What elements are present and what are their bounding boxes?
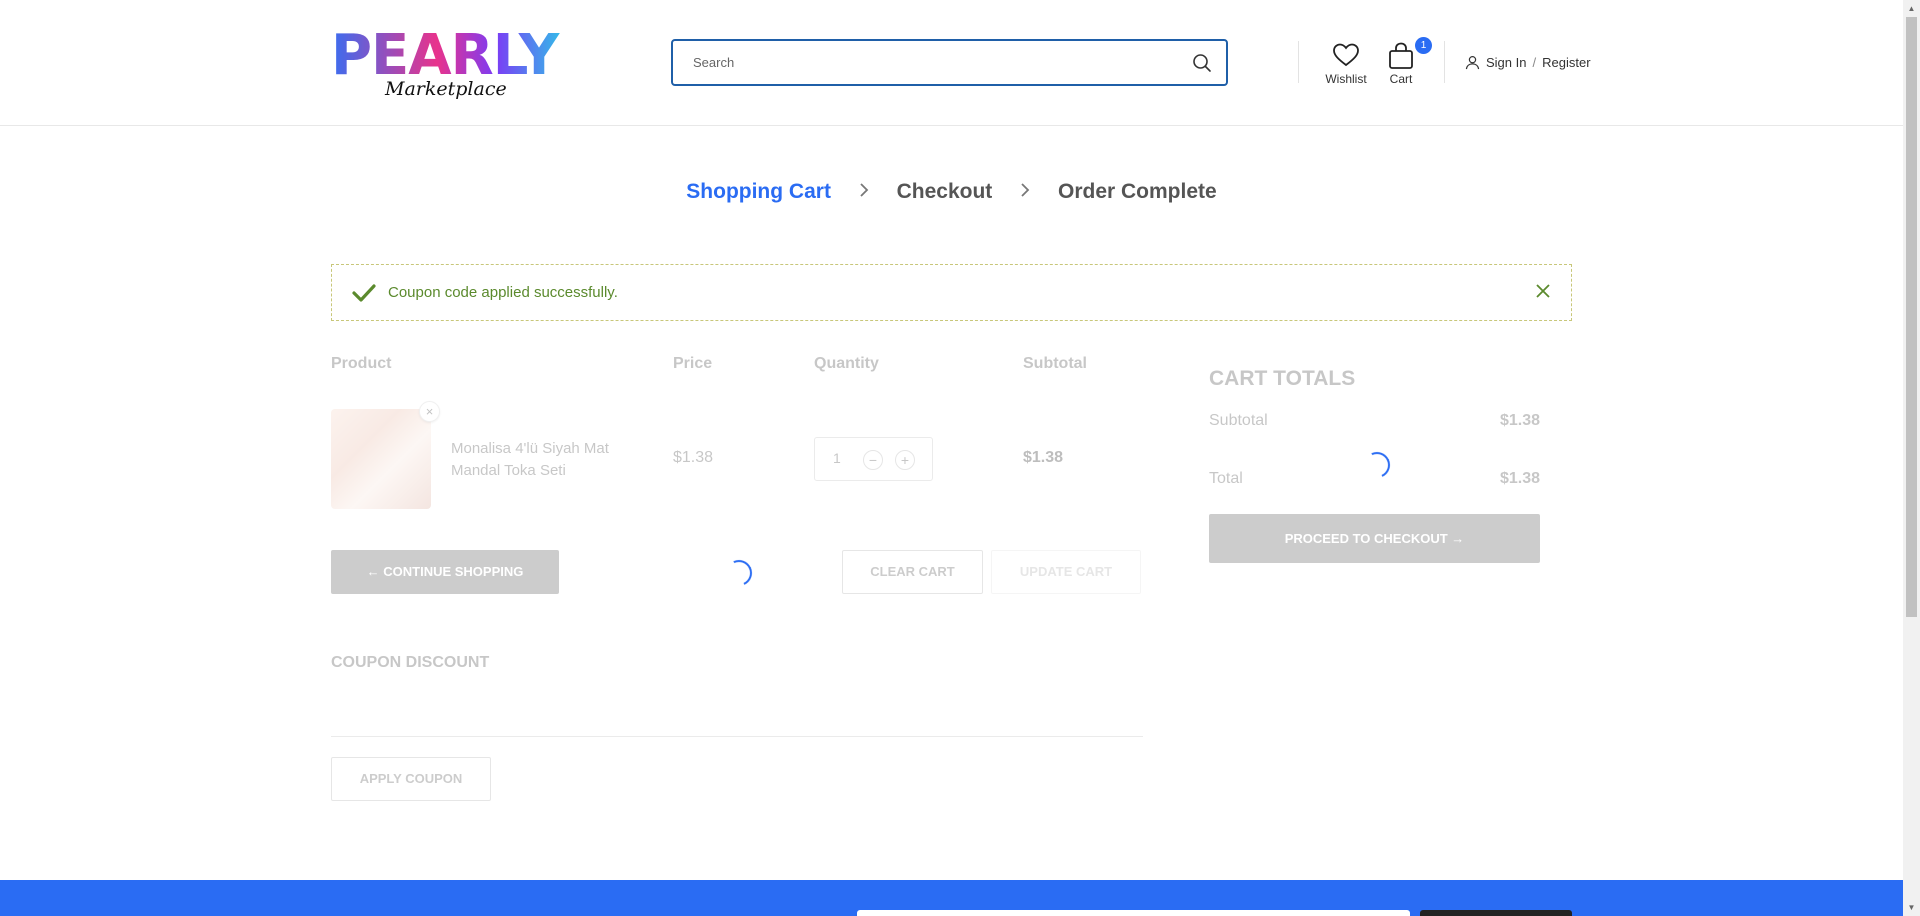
coupon-input[interactable]	[331, 736, 1143, 737]
cart-totals-title: CART TOTALS	[1209, 367, 1356, 390]
remove-item-button[interactable]: ×	[419, 401, 440, 422]
col-header-quantity: Quantity	[814, 355, 879, 372]
account-separator: /	[1532, 55, 1537, 70]
arrow-right-icon: →	[1447, 531, 1465, 546]
footer-newsletter	[0, 880, 1903, 916]
site-logo[interactable]: PEARLY Marketplace	[331, 28, 566, 106]
wishlist-button[interactable]: Wishlist	[1322, 42, 1370, 86]
quantity-stepper: 1 − +	[814, 437, 933, 481]
loading-spinner	[722, 556, 756, 590]
checkmark-icon	[352, 283, 376, 302]
close-icon[interactable]	[1535, 283, 1551, 299]
scroll-up-arrow-icon[interactable]: ▲	[1903, 0, 1920, 17]
totals-subtotal-value: $1.38	[1499, 412, 1540, 429]
scroll-down-arrow-icon[interactable]: ▼	[1903, 899, 1920, 916]
step-order-complete[interactable]: Order Complete	[1058, 180, 1217, 204]
product-thumbnail[interactable]	[331, 409, 431, 509]
product-subtotal: $1.38	[1023, 449, 1064, 466]
quantity-decrease-button[interactable]: −	[863, 450, 883, 470]
page-scrollbar[interactable]: ▲ ▼	[1903, 0, 1920, 916]
quantity-input[interactable]: 1	[833, 450, 841, 466]
cart-button[interactable]: 1 Cart	[1385, 37, 1432, 86]
logo-brand-text: PEARLY	[331, 28, 566, 84]
sign-in-link[interactable]: Sign In	[1486, 55, 1526, 70]
header-divider	[1444, 41, 1445, 83]
search-icon[interactable]	[1192, 53, 1212, 73]
heart-icon	[1333, 43, 1359, 67]
newsletter-subscribe-button[interactable]	[1420, 910, 1572, 916]
arrow-left-icon: ←	[366, 564, 384, 579]
page: PEARLY Marketplace Wishlist 1	[0, 0, 1920, 916]
chevron-right-icon	[859, 180, 869, 204]
clear-cart-button[interactable]: CLEAR CART	[842, 550, 983, 594]
col-header-subtotal: Subtotal	[1023, 355, 1087, 372]
wishlist-label: Wishlist	[1325, 72, 1367, 86]
step-checkout[interactable]: Checkout	[897, 180, 993, 204]
totals-total-value: $1.38	[1499, 470, 1540, 487]
totals-subtotal-label: Subtotal	[1209, 412, 1268, 429]
account-links: Sign In / Register	[1465, 55, 1591, 70]
shopping-bag-icon	[1389, 42, 1413, 69]
continue-shopping-button[interactable]: ← CONTINUE SHOPPING	[331, 550, 559, 594]
cart-label: Cart	[1389, 72, 1413, 86]
site-header: PEARLY Marketplace Wishlist 1	[0, 0, 1903, 126]
update-cart-button[interactable]: UPDATE CART	[991, 550, 1141, 594]
product-name[interactable]: Monalisa 4'lü Siyah Mat Mandal Toka Seti	[451, 438, 641, 482]
cart-count-badge: 1	[1415, 37, 1432, 54]
totals-total-label: Total	[1209, 470, 1243, 487]
newsletter-email-input[interactable]	[857, 910, 1410, 916]
apply-coupon-button[interactable]: APPLY COUPON	[331, 757, 491, 801]
loading-spinner	[1360, 448, 1394, 482]
notice-message: Coupon code applied successfully.	[388, 284, 618, 301]
scrollbar-thumb[interactable]	[1906, 17, 1917, 617]
search-input[interactable]	[673, 41, 1173, 84]
step-shopping-cart[interactable]: Shopping Cart	[686, 180, 831, 204]
header-divider	[1298, 41, 1299, 83]
quantity-increase-button[interactable]: +	[895, 450, 915, 470]
register-link[interactable]: Register	[1542, 55, 1590, 70]
checkout-steps: Shopping Cart Checkout Order Complete	[0, 180, 1903, 204]
chevron-right-icon	[1020, 180, 1030, 204]
coupon-title: COUPON DISCOUNT	[331, 654, 490, 671]
col-header-price: Price	[673, 355, 713, 372]
col-header-product: Product	[331, 355, 392, 372]
product-price: $1.38	[673, 449, 714, 466]
proceed-to-checkout-label: PROCEED TO CHECKOUT	[1284, 531, 1448, 546]
logo-tagline: Marketplace	[385, 78, 507, 100]
user-icon	[1465, 55, 1480, 70]
continue-shopping-label: CONTINUE SHOPPING	[383, 564, 524, 579]
success-notice: Coupon code applied successfully.	[331, 264, 1572, 321]
search-box	[671, 39, 1228, 86]
proceed-to-checkout-button[interactable]: PROCEED TO CHECKOUT →	[1209, 514, 1540, 563]
